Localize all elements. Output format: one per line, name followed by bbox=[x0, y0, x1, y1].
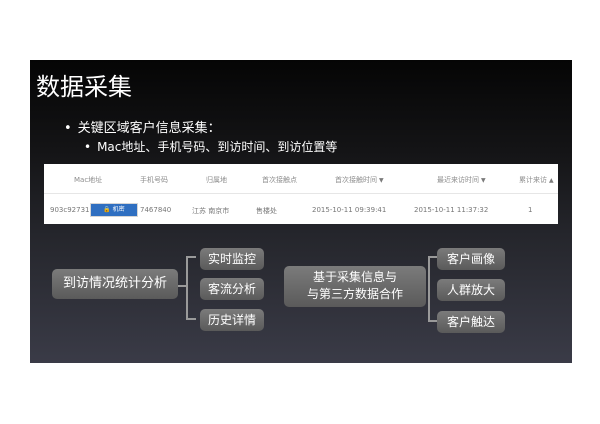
bullet-dot: • bbox=[84, 140, 92, 154]
history-detail-box: 历史详情 bbox=[200, 309, 264, 331]
cell-location: 江苏 南京市 bbox=[192, 207, 230, 215]
data-cooperation-line-2: 与第三方数据合作 bbox=[306, 287, 403, 301]
data-cooperation-line-1: 基于采集信息与 bbox=[312, 270, 397, 284]
column-visit-count-label: 累计来访 bbox=[519, 176, 547, 184]
visit-stats-box: 到访情况统计分析 bbox=[52, 269, 178, 299]
confidential-tag: 🔒 机密 bbox=[90, 203, 138, 217]
column-last-time[interactable]: 最近来访时间 ▼ bbox=[437, 175, 486, 185]
column-mac: Mac地址 bbox=[74, 176, 103, 184]
sort-desc-icon[interactable]: ▼ bbox=[481, 177, 486, 184]
customer-profile-box: 客户画像 bbox=[437, 248, 505, 270]
customer-reach-box: 客户触达 bbox=[437, 311, 505, 333]
left-bracket bbox=[186, 256, 196, 320]
cell-phone: 7467840 bbox=[140, 206, 172, 214]
slide: 数据采集 • 关键区域客户信息采集： • Mac地址、手机号码、到访时间、到访位置等… bbox=[30, 60, 572, 363]
sort-desc-icon[interactable]: ▼ bbox=[379, 177, 384, 184]
traffic-analysis-box: 客流分析 bbox=[200, 278, 264, 300]
bullet-2-text: Mac地址、手机号码、到访时间、到访位置等 bbox=[97, 140, 338, 154]
cell-first-touch: 售楼处 bbox=[256, 207, 277, 215]
column-visit-count[interactable]: 累计来访 ▲ bbox=[519, 175, 554, 185]
column-last-time-label: 最近来访时间 bbox=[437, 176, 479, 184]
column-first-touch: 首次接触点 bbox=[262, 176, 297, 184]
visitor-table: Mac地址 手机号码 归属地 首次接触点 首次接触时间 ▼ 最近来访时间 ▼ 累计来… bbox=[44, 164, 558, 224]
column-first-time-label: 首次接触时间 bbox=[335, 176, 377, 184]
realtime-monitor-box: 实时监控 bbox=[200, 248, 264, 270]
column-phone: 手机号码 bbox=[140, 176, 168, 184]
slide-title: 数据采集 bbox=[36, 73, 132, 101]
cell-first-time: 2015-10-11 09:39:41 bbox=[312, 206, 387, 214]
cell-visit-count: 1 bbox=[528, 206, 533, 214]
table-header: Mac地址 手机号码 归属地 首次接触点 首次接触时间 ▼ 最近来访时间 ▼ 累计来… bbox=[44, 164, 558, 194]
audience-expansion-box: 人群放大 bbox=[437, 279, 505, 301]
bullet-2: • Mac地址、手机号码、到访时间、到访位置等 bbox=[84, 138, 337, 155]
bullet-dot: • bbox=[64, 121, 72, 136]
column-first-time[interactable]: 首次接触时间 ▼ bbox=[335, 175, 384, 185]
bullet-1-text: 关键区域客户信息采集： bbox=[77, 121, 221, 136]
column-region: 归属地 bbox=[206, 176, 227, 184]
cell-last-time: 2015-10-11 11:37:32 bbox=[414, 206, 489, 214]
left-connector bbox=[178, 285, 186, 287]
sort-asc-icon[interactable]: ▲ bbox=[549, 177, 554, 184]
bullet-1: • 关键区域客户信息采集： bbox=[64, 117, 221, 136]
data-cooperation-box: 基于采集信息与 与第三方数据合作 bbox=[284, 266, 426, 307]
